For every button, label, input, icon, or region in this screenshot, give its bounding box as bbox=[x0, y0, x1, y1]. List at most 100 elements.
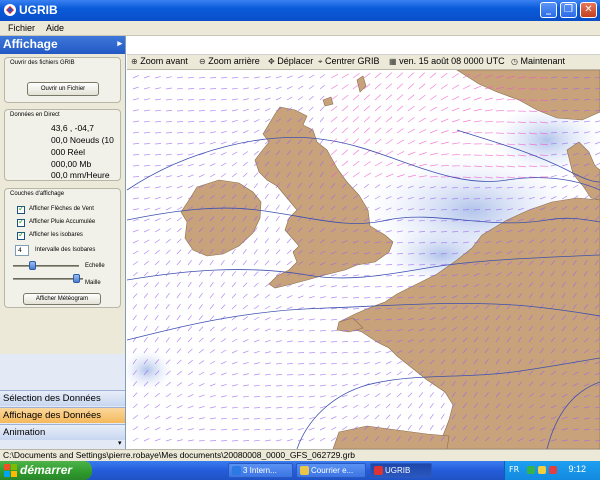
nav-data-selection[interactable]: Sélection des Données bbox=[0, 390, 125, 406]
pin-icon[interactable]: ▸ bbox=[117, 38, 122, 49]
maximize-button[interactable]: ❐ bbox=[560, 2, 577, 18]
wind-arrow bbox=[165, 143, 173, 145]
clock: 9:12 bbox=[568, 464, 586, 474]
wind-arrow bbox=[220, 349, 227, 354]
wind-arrow bbox=[407, 253, 415, 255]
wind-arrow bbox=[297, 295, 304, 299]
start-button[interactable]: démarrer bbox=[0, 461, 92, 480]
wind-arrow bbox=[198, 270, 203, 277]
meteogram-button[interactable]: Afficher Météogram bbox=[23, 293, 101, 305]
wind-arrow bbox=[429, 83, 437, 90]
wind-arrow bbox=[264, 182, 269, 189]
date-selector[interactable]: ▦ ven. 15 août 08 0000 UTC bbox=[389, 56, 505, 66]
wind-arrow bbox=[165, 292, 170, 299]
minimize-button[interactable]: _ bbox=[540, 2, 557, 18]
wind-arrow bbox=[275, 428, 282, 431]
wind-arrow bbox=[176, 249, 182, 255]
live-data-group: Données en Direct 43,6 , -04,7 00,0 Noeu… bbox=[4, 109, 121, 181]
wind-arrow bbox=[165, 438, 172, 442]
network-icon[interactable] bbox=[527, 466, 535, 474]
wind-arrow bbox=[198, 348, 204, 354]
scale-slider-thumb[interactable] bbox=[29, 261, 36, 270]
wind-arrow bbox=[429, 72, 437, 79]
nav-animation[interactable]: Animation bbox=[0, 424, 125, 440]
wind-arrow bbox=[143, 197, 150, 200]
wind-arrow bbox=[154, 292, 159, 299]
wind-arrow bbox=[451, 209, 459, 211]
wind-arrow bbox=[396, 264, 404, 266]
wind-arrow bbox=[264, 193, 269, 200]
wind-arrow bbox=[319, 373, 326, 376]
wind-arrow bbox=[176, 142, 183, 145]
wind-arrow bbox=[308, 352, 316, 354]
language-indicator[interactable]: FR bbox=[509, 465, 519, 474]
wind-arrow bbox=[418, 117, 427, 123]
wind-arrow bbox=[264, 249, 270, 255]
scroll-down-icon[interactable]: ▾ bbox=[118, 439, 122, 447]
wind-arrow bbox=[297, 427, 304, 431]
wind-arrow bbox=[176, 87, 184, 90]
wind-arrow bbox=[440, 413, 445, 420]
wind-arrow bbox=[418, 94, 426, 101]
wind-arrow bbox=[319, 296, 326, 299]
wind-arrow bbox=[176, 337, 182, 343]
file-path: C:\Documents and Settings\pierre.robaye\… bbox=[3, 450, 356, 460]
now-button[interactable]: ◷ Maintenant bbox=[511, 56, 565, 66]
wind-arrow bbox=[187, 153, 194, 156]
wind-arrow bbox=[341, 308, 349, 310]
wind-arrows-checkbox[interactable] bbox=[17, 204, 25, 214]
wind-arrow bbox=[286, 295, 293, 299]
nav-data-display[interactable]: Affichage des Données bbox=[0, 407, 125, 423]
wind-arrow bbox=[231, 327, 238, 332]
wind-arrow bbox=[154, 218, 161, 222]
wind-arrow bbox=[143, 293, 149, 299]
wind-arrow bbox=[440, 231, 448, 233]
wind-arrow bbox=[275, 260, 281, 266]
wind-arrow bbox=[286, 363, 294, 365]
wind-arrow bbox=[583, 88, 591, 90]
wind-arrow bbox=[154, 282, 160, 288]
zoom-in-tool[interactable]: ⊕ Zoom avant bbox=[131, 56, 188, 66]
wind-arrow bbox=[220, 338, 227, 343]
wind-arrow bbox=[363, 161, 371, 167]
wind-arrow bbox=[352, 183, 358, 189]
wind-arrow bbox=[374, 286, 382, 288]
wind-arrow bbox=[242, 429, 250, 431]
open-file-button[interactable]: Ouvrir un Fichier bbox=[27, 82, 99, 96]
task-mail[interactable]: Courrier e... bbox=[296, 463, 366, 478]
zoom-out-tool[interactable]: ⊖ Zoom arrière bbox=[199, 56, 260, 66]
wind-arrow bbox=[187, 303, 192, 310]
close-button[interactable]: ✕ bbox=[580, 2, 597, 18]
wind-arrow bbox=[242, 260, 247, 266]
rain-checkbox[interactable] bbox=[17, 217, 25, 227]
map-canvas[interactable] bbox=[127, 70, 600, 449]
isobars-checkbox[interactable] bbox=[17, 230, 25, 240]
menu-file[interactable]: Fichier bbox=[8, 23, 35, 33]
weather-map[interactable] bbox=[127, 70, 600, 449]
wind-arrow bbox=[209, 131, 216, 134]
wind-arrow bbox=[275, 86, 282, 90]
wind-arrow bbox=[143, 392, 149, 398]
wind-arrow bbox=[253, 293, 259, 299]
wind-arrow bbox=[242, 316, 249, 321]
wind-arrow bbox=[330, 127, 338, 134]
wind-arrow bbox=[286, 428, 293, 431]
task-internet-explorer[interactable]: 3 Intern... bbox=[228, 463, 293, 478]
center-grib-tool[interactable]: ⌖ Centrer GRIB bbox=[318, 56, 380, 67]
alert-icon[interactable] bbox=[549, 466, 557, 474]
wind-arrow bbox=[132, 131, 140, 134]
isobar-interval-spinner[interactable]: 4 bbox=[15, 245, 29, 256]
wind-arrow bbox=[374, 72, 382, 79]
wind-arrow bbox=[352, 160, 360, 167]
menu-help[interactable]: Aide bbox=[46, 23, 64, 33]
wind-arrow bbox=[264, 328, 271, 332]
task-ugrib[interactable]: UGRIB bbox=[370, 463, 432, 478]
wind-arrow bbox=[352, 340, 359, 343]
mesh-slider-thumb[interactable] bbox=[73, 274, 80, 283]
security-icon[interactable] bbox=[538, 466, 546, 474]
wind-arrow bbox=[220, 120, 227, 123]
move-tool[interactable]: ✥ Déplacer bbox=[268, 56, 313, 66]
wind-arrow bbox=[374, 382, 381, 387]
iberia bbox=[332, 425, 450, 449]
wind-arrow bbox=[132, 208, 139, 211]
